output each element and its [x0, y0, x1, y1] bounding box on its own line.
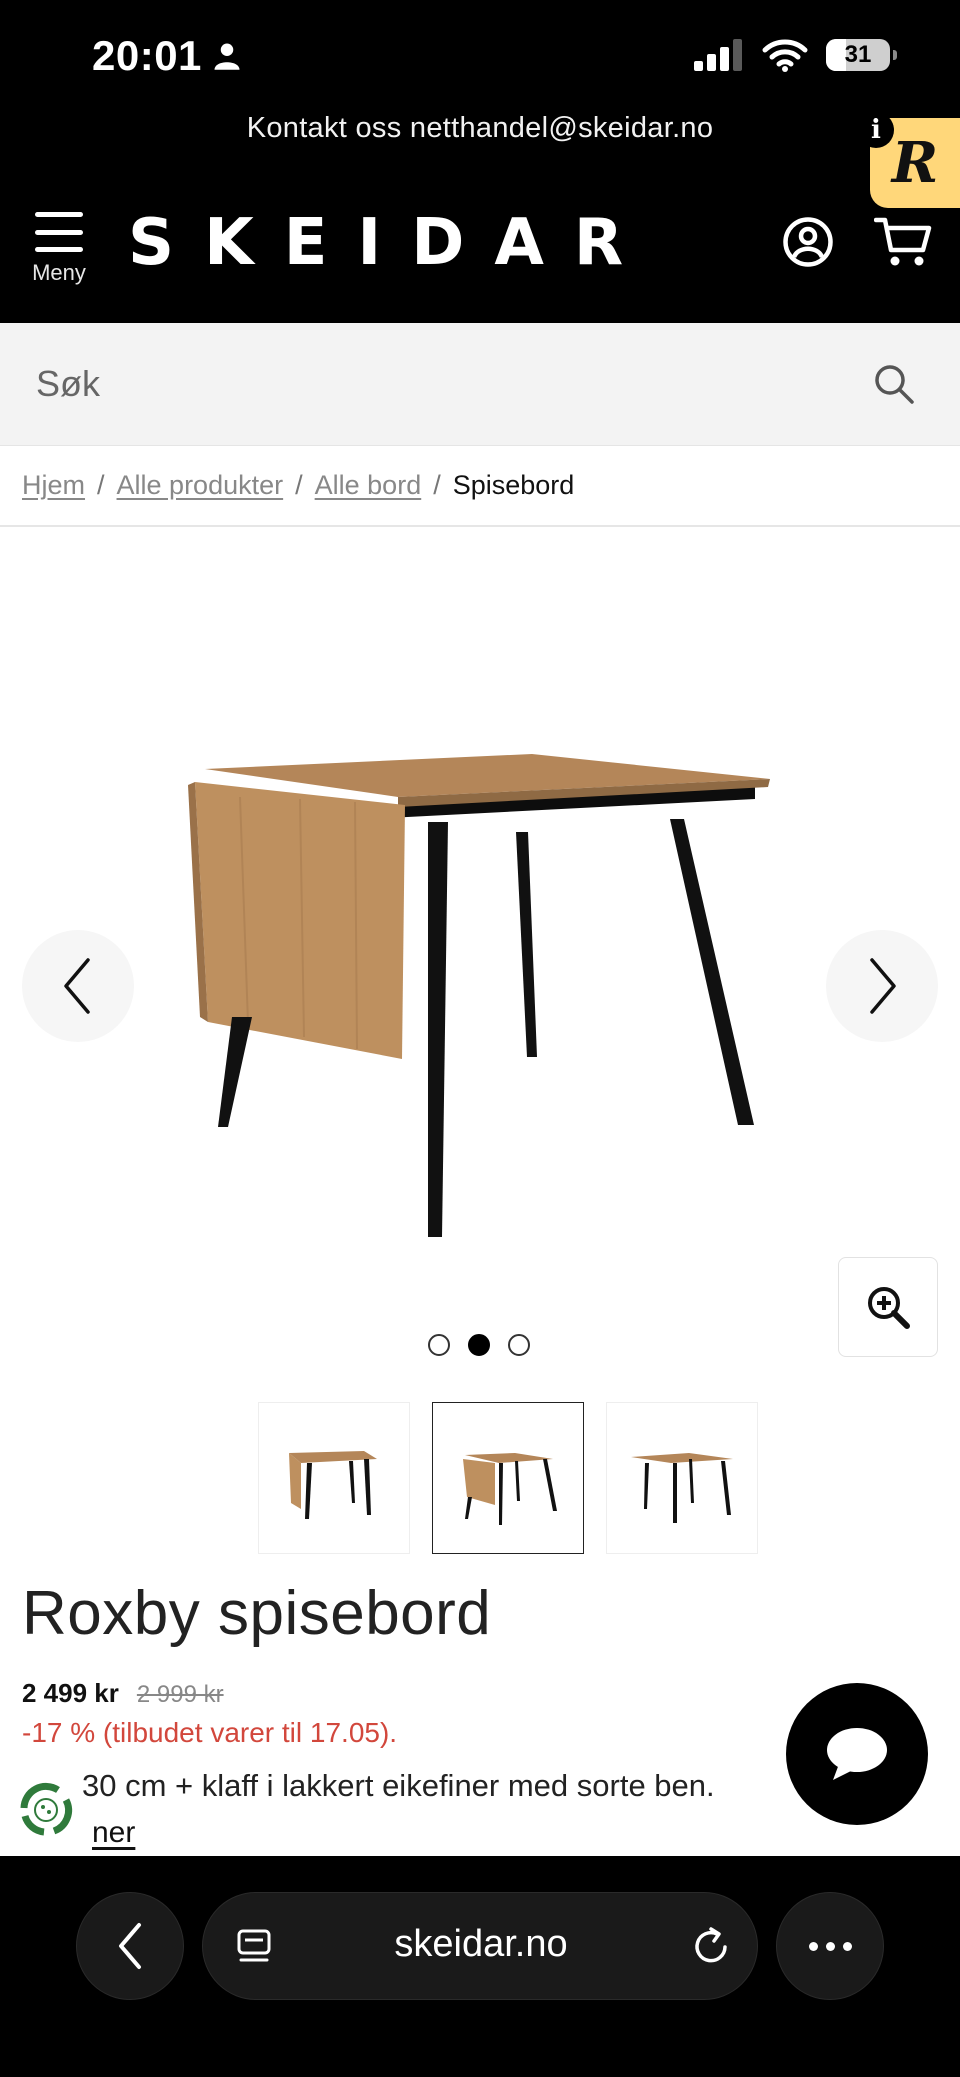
battery-icon: 31: [826, 39, 897, 71]
back-icon: [119, 1923, 141, 1969]
thumbnail-1[interactable]: [258, 1402, 410, 1554]
chat-icon: [827, 1728, 887, 1780]
address-bar[interactable]: skeidar.no: [202, 1892, 758, 2000]
menu-button[interactable]: Meny: [26, 212, 92, 286]
more-icon[interactable]: [776, 1892, 884, 2000]
search-icon[interactable]: [872, 362, 916, 406]
price-row: 2 499 kr 2 999 kr: [22, 1678, 224, 1709]
cart-icon[interactable]: [874, 216, 932, 268]
wifi-icon: [762, 39, 808, 72]
battery-fill: [826, 39, 846, 71]
product-gallery: [0, 527, 960, 1357]
discount-text: -17 % (tilbudet varer til 17.05).: [22, 1717, 398, 1748]
chat-button[interactable]: [786, 1683, 928, 1825]
contact-line[interactable]: Kontakt oss netthandel@skeidar.no: [0, 112, 960, 145]
gallery-dot[interactable]: [428, 1334, 450, 1356]
person-icon: [214, 43, 240, 70]
price-current: 2 499 kr: [22, 1678, 119, 1708]
battery-level: 31: [844, 41, 872, 68]
status-indicators: 31: [694, 38, 897, 72]
thumbnail-image: [463, 1453, 557, 1525]
gallery-dots: [428, 1334, 530, 1356]
breadcrumb-current: Spisebord: [452, 470, 575, 500]
read-more-link[interactable]: ner: [92, 1816, 135, 1850]
price-old: 2 999 kr: [136, 1681, 224, 1708]
gallery-dot[interactable]: [508, 1334, 530, 1356]
gallery-prev-button[interactable]: [22, 930, 134, 1042]
zoom-in-icon: [868, 1287, 910, 1329]
gallery-next-button[interactable]: [826, 930, 938, 1042]
signal-icon: [694, 39, 742, 71]
breadcrumb-link-all-tables[interactable]: Alle bord: [315, 470, 422, 501]
browser-toolbar: skeidar.no: [0, 1856, 960, 2077]
account-icon[interactable]: [782, 216, 834, 268]
menu-label: Meny: [32, 260, 86, 285]
reload-icon[interactable]: [689, 1925, 733, 1969]
product-description: 30 cm + klaff i lakkert eikefiner med so…: [82, 1768, 715, 1803]
status-time: 20:01: [92, 32, 242, 80]
gallery-dot[interactable]: [468, 1334, 490, 1356]
product-title: Roxby spisebord: [22, 1579, 492, 1648]
search-bar: [0, 323, 960, 446]
search-input[interactable]: [36, 353, 856, 415]
chevron-left-icon: [64, 958, 90, 1014]
breadcrumb-link-home[interactable]: Hjem: [22, 470, 85, 501]
breadcrumb-separator: /: [295, 470, 303, 500]
thumbnail-2[interactable]: [432, 1402, 584, 1554]
product-image[interactable]: [180, 727, 780, 1287]
recycle-icon[interactable]: [14, 1778, 78, 1842]
breadcrumb-separator: /: [97, 470, 105, 500]
menu-icon: [35, 212, 83, 252]
status-time-text: 20:01: [92, 32, 202, 79]
site-header: Kontakt oss netthandel@skeidar.no Meny S…: [0, 112, 960, 323]
zoom-button[interactable]: [838, 1257, 938, 1357]
site-logo[interactable]: SKEIDAR: [128, 206, 653, 280]
url-text: skeidar.no: [394, 1923, 568, 1965]
thumbnail-image: [631, 1453, 733, 1523]
thumbnail-image: [289, 1451, 377, 1519]
thumbnail-3[interactable]: [606, 1402, 758, 1554]
breadcrumb-separator: /: [433, 470, 441, 500]
rewards-info-icon[interactable]: i: [858, 112, 894, 148]
chevron-right-icon: [870, 958, 896, 1014]
thumbnail-strip: [258, 1402, 758, 1554]
status-bar: 20:01 31: [0, 0, 960, 112]
breadcrumb: Hjem / Alle produkter / Alle bord / Spis…: [22, 470, 574, 501]
breadcrumb-link-all-products[interactable]: Alle produkter: [117, 470, 284, 501]
browser-back-button[interactable]: [76, 1892, 184, 2000]
